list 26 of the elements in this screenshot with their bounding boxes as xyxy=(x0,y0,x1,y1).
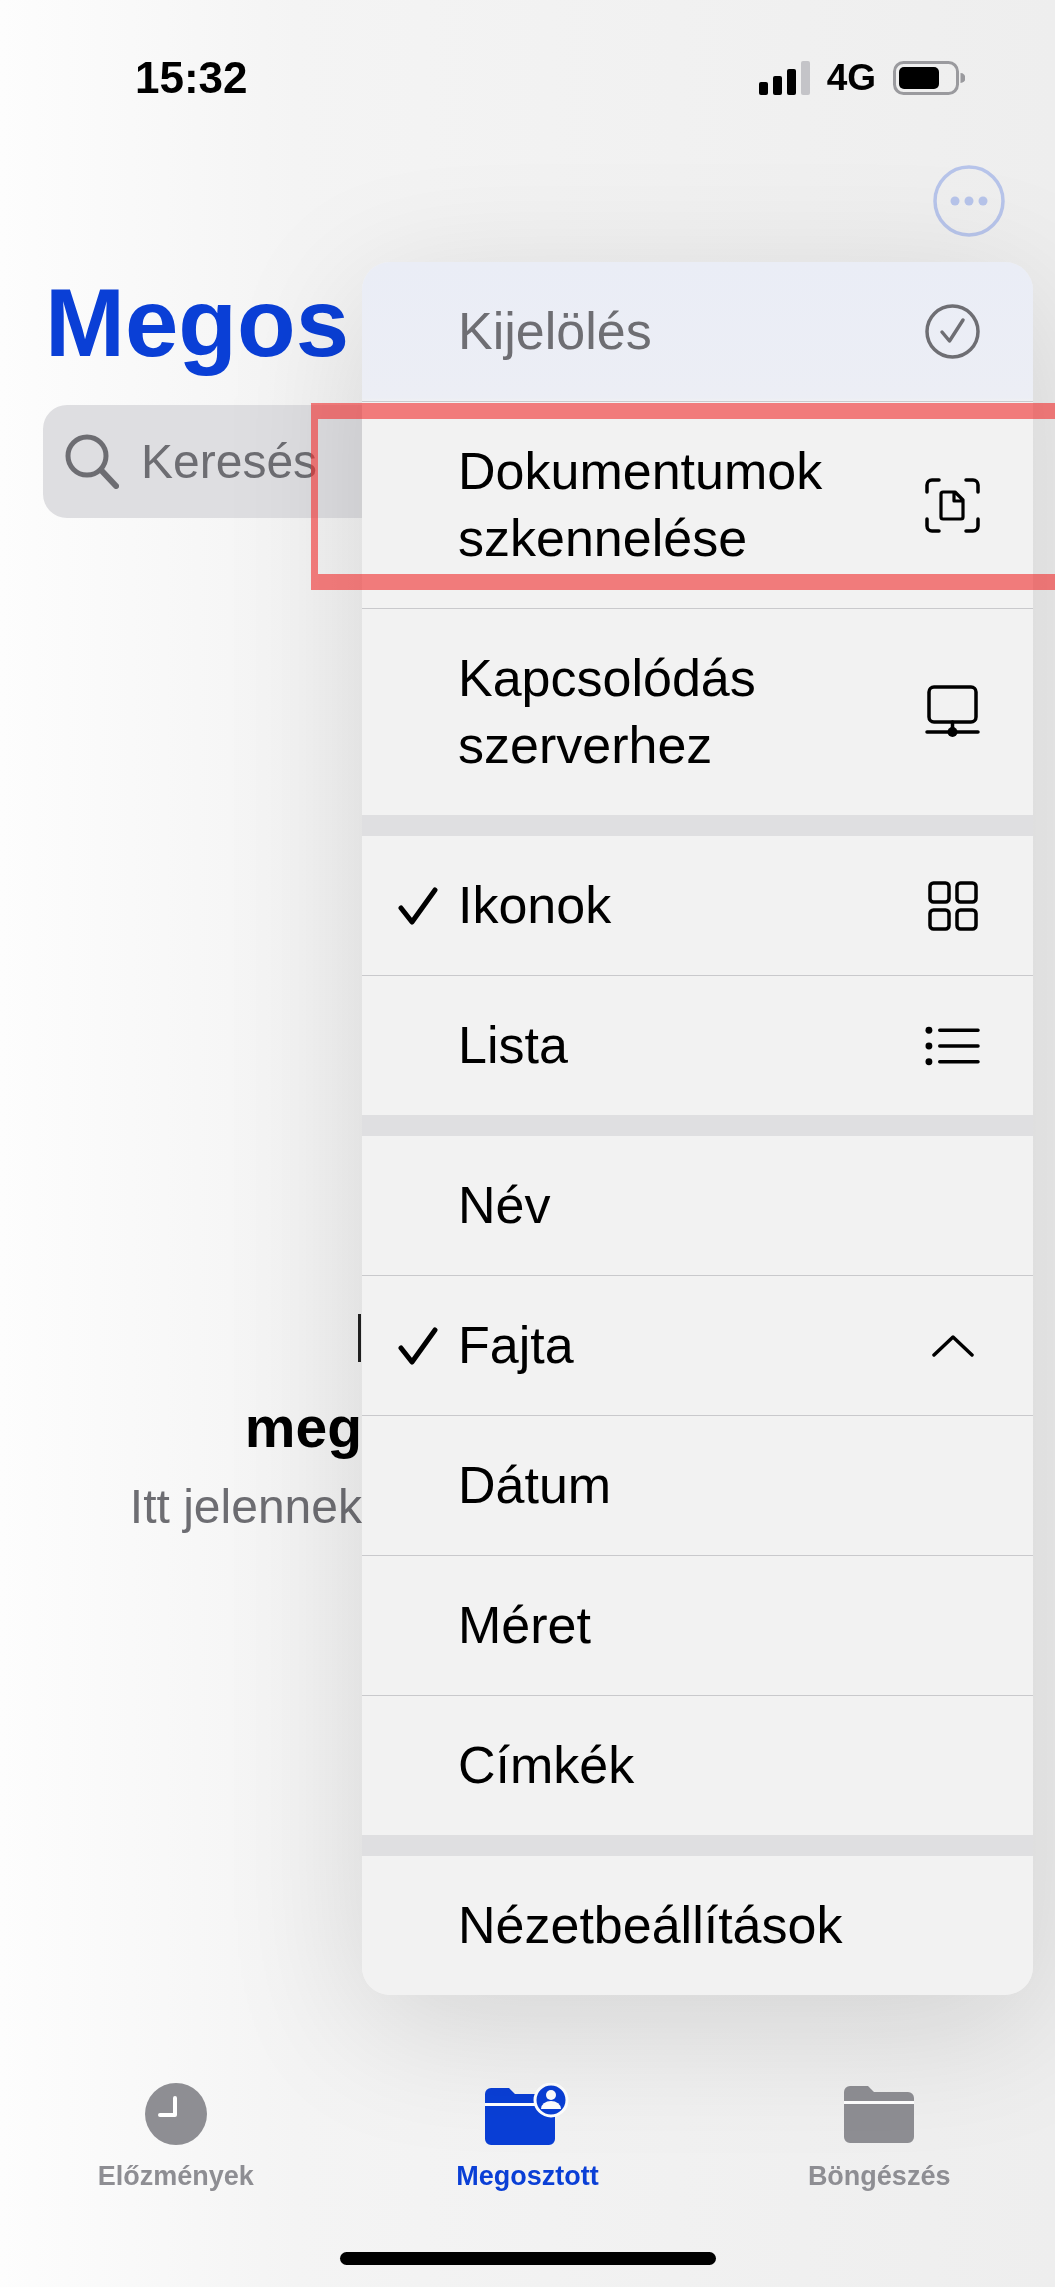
folder-icon xyxy=(844,2085,915,2143)
battery-icon xyxy=(893,61,965,95)
grid-icon xyxy=(927,880,978,931)
clock-icon xyxy=(144,2083,207,2145)
signal-icon xyxy=(758,61,810,95)
search-icon xyxy=(65,434,119,489)
folder-person-icon xyxy=(485,2083,570,2145)
menu-item[interactable]: Fajta xyxy=(362,1275,1033,1415)
tab-bar-item[interactable]: Megosztott xyxy=(456,2070,599,2193)
empty-state-message: Itt jelennek xyxy=(129,1479,362,1535)
list-icon xyxy=(925,1025,980,1066)
menu-item[interactable]: Ikonok xyxy=(362,836,1033,975)
computer-network-icon xyxy=(925,684,980,740)
menu-item[interactable]: Név xyxy=(362,1136,1033,1275)
document-scan-icon xyxy=(925,477,980,533)
status-time: 15:32 xyxy=(135,53,248,103)
empty-state-title: meg xyxy=(244,1394,362,1461)
check-circle-icon xyxy=(925,304,980,359)
menu-item[interactable]: Dokumentumok szkennelése xyxy=(362,401,1033,608)
menu-item[interactable]: Dátum xyxy=(362,1415,1033,1555)
menu-item[interactable]: Nézetbeállítások xyxy=(362,1856,1033,1995)
more-button[interactable] xyxy=(933,165,1005,237)
network-type: 4G xyxy=(826,57,876,99)
more-icon xyxy=(933,165,1005,237)
page-title: Megos xyxy=(45,268,350,378)
menu-item[interactable]: Méret xyxy=(362,1555,1033,1695)
